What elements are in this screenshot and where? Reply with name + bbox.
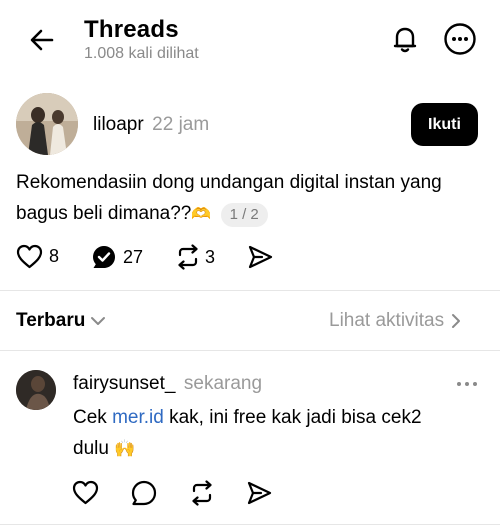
repost-icon <box>192 480 212 506</box>
reply-time: sekarang <box>183 373 263 394</box>
avatar-photo <box>16 93 78 155</box>
reply-text-after-link: kak, ini free kak jadi bisa cek2 <box>163 407 422 428</box>
more-options-button[interactable] <box>443 22 477 56</box>
reply-text: Cek mer.id kak, ini free kak jadi bisa c… <box>73 402 483 464</box>
post-emoji: 🫶 <box>191 206 212 223</box>
chevron-right-icon <box>452 314 461 328</box>
reply-share-button[interactable] <box>246 480 273 506</box>
more-circle-icon <box>444 23 476 55</box>
sort-label: Terbaru <box>16 310 86 331</box>
reply-avatar-photo <box>16 370 56 410</box>
page-indicator: 1 / 2 <box>220 203 268 227</box>
send-icon <box>247 481 272 505</box>
divider <box>0 524 500 525</box>
divider <box>0 290 500 291</box>
repost-icon <box>178 244 198 270</box>
follow-button-label: Ikuti <box>428 115 461 133</box>
comment-count: 27 <box>123 246 144 267</box>
like-button[interactable]: 8 <box>16 244 59 269</box>
chevron-down-icon <box>91 317 106 325</box>
reply-link[interactable]: mer.id <box>112 407 164 428</box>
page-title: Threads <box>84 16 179 43</box>
heart-icon <box>72 480 99 505</box>
reply-text-line1: Cek mer.id kak, ini free kak jadi bisa c… <box>73 402 483 433</box>
sort-dropdown[interactable]: Terbaru <box>16 310 107 332</box>
arrow-left-icon <box>30 29 54 51</box>
repost-count: 3 <box>205 246 216 267</box>
repost-button[interactable]: 3 <box>175 244 215 270</box>
view-activity-link[interactable]: Lihat aktivitas <box>329 310 464 332</box>
divider <box>0 350 500 351</box>
reply-emoji: 🙌 <box>114 439 136 458</box>
comment-button[interactable]: 27 <box>91 244 143 270</box>
reply-repost-button[interactable] <box>189 480 215 506</box>
notifications-button[interactable] <box>388 22 422 56</box>
reply-text-line2-content: dulu <box>73 438 109 459</box>
reply-text-before-link: Cek <box>73 407 113 428</box>
more-horizontal-icon <box>457 382 477 386</box>
comment-check-icon <box>93 246 115 268</box>
bell-icon <box>393 27 417 53</box>
back-button[interactable] <box>28 26 56 54</box>
view-count: 1.008 kali dilihat <box>84 45 199 62</box>
post-text: Rekomendasiin dong undangan digital inst… <box>16 167 476 230</box>
reply-username[interactable]: fairysunset_ <box>73 373 175 394</box>
send-icon <box>248 245 273 269</box>
share-button[interactable] <box>247 244 274 270</box>
reply-avatar[interactable] <box>16 370 56 410</box>
heart-icon <box>16 244 43 269</box>
avatar[interactable] <box>16 93 78 155</box>
reply-comment-button[interactable] <box>131 480 157 506</box>
comment-icon <box>131 480 157 506</box>
reply-like-button[interactable] <box>72 480 99 505</box>
like-count: 8 <box>49 246 60 266</box>
post-username[interactable]: liloapr <box>93 114 144 135</box>
post-time: 22 jam <box>152 114 210 135</box>
view-activity-label: Lihat aktivitas <box>329 310 445 331</box>
reply-more-button[interactable] <box>455 380 479 388</box>
reply-text-line2: dulu 🙌 <box>73 433 483 464</box>
follow-button[interactable]: Ikuti <box>411 103 478 146</box>
